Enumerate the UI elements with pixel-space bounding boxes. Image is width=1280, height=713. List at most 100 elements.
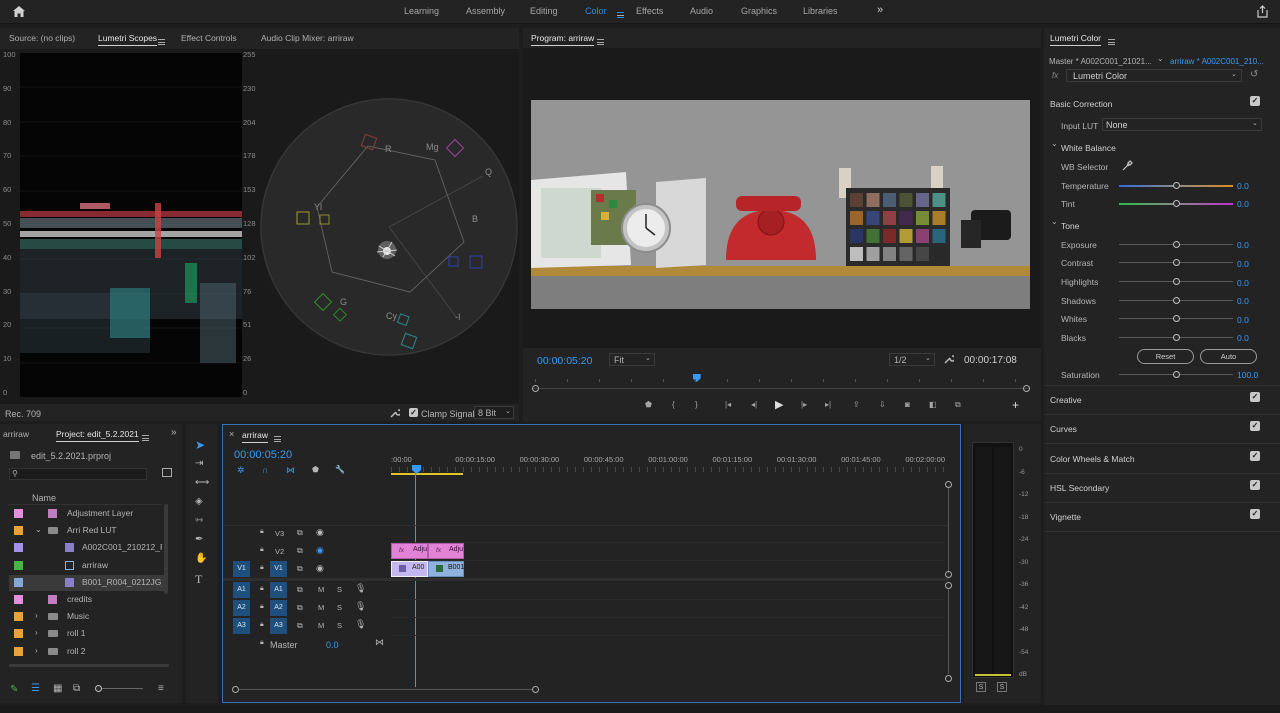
tab-lumetri-scopes[interactable]: Lumetri Scopes <box>98 33 158 46</box>
mute-button[interactable]: M <box>318 585 324 594</box>
master-clip-label[interactable]: Master * A002C001_21021... <box>1049 57 1152 66</box>
camera-icon[interactable]: ◙ <box>905 400 910 409</box>
chevron-right-icon[interactable]: › <box>35 628 38 637</box>
panel-menu-icon[interactable] <box>593 36 604 46</box>
track-target-a3[interactable]: A3 <box>270 618 287 634</box>
project-hscrollbar[interactable] <box>9 664 169 667</box>
panel-menu-icon[interactable] <box>270 433 281 443</box>
work-area-bar[interactable] <box>391 473 463 475</box>
video-clip[interactable]: B001 <box>428 561 464 577</box>
go-to-out-icon[interactable]: ▸| <box>825 400 831 409</box>
blacks-value[interactable]: 0.0 <box>1237 333 1249 343</box>
shadows-slider-handle[interactable] <box>1173 297 1180 304</box>
zoom-slider-handle[interactable] <box>95 685 102 692</box>
sort-icon[interactable]: ≡ <box>158 683 164 694</box>
workspace-learning[interactable]: Learning <box>404 6 439 16</box>
name-column-header[interactable]: Name <box>32 493 56 503</box>
project-item[interactable]: B001_R004_0212JG_0 <box>9 574 165 591</box>
ripple-edit-tool-icon[interactable]: ⟷ <box>195 477 209 488</box>
chevron-down-icon[interactable]: ⌄ <box>35 525 42 534</box>
reset-button[interactable]: Reset <box>1137 349 1194 364</box>
mute-button[interactable]: M <box>318 621 324 630</box>
temperature-value[interactable]: 0.0 <box>1237 181 1249 191</box>
hand-tool-icon[interactable]: ✋ <box>195 553 207 564</box>
expand-track-icon[interactable]: ⋈ <box>375 637 384 648</box>
clamp-signal-checkbox[interactable]: ✓ <box>409 408 418 417</box>
eye-icon[interactable]: ◉ <box>316 527 324 538</box>
section-curves[interactable]: Curves <box>1050 424 1077 434</box>
workspace-audio[interactable]: Audio <box>690 6 713 16</box>
lock-icon[interactable]: 🔒︎ <box>260 585 264 593</box>
tint-slider-handle[interactable] <box>1173 200 1180 207</box>
curves-checkbox[interactable]: ✓ <box>1250 421 1260 431</box>
chevron-right-icon[interactable]: › <box>35 646 38 655</box>
chevron-double-right-icon[interactable]: » <box>171 427 177 438</box>
track-target-a2[interactable]: A2 <box>270 600 287 616</box>
panel-menu-icon[interactable] <box>1104 36 1115 46</box>
blacks-slider-handle[interactable] <box>1173 334 1180 341</box>
solo-button[interactable]: S <box>337 603 342 612</box>
track-select-tool-icon[interactable]: ⇥ <box>195 458 203 469</box>
exposure-value[interactable]: 0.0 <box>1237 240 1249 250</box>
track-lane[interactable] <box>391 542 944 543</box>
source-patch-a1[interactable]: A1 <box>233 582 250 598</box>
project-search-input[interactable]: ⚲ <box>9 468 147 480</box>
section-color-wheels[interactable]: Color Wheels & Match <box>1050 454 1135 464</box>
tab-effect-controls[interactable]: Effect Controls <box>181 33 237 43</box>
scrubber-start-handle[interactable] <box>532 385 539 392</box>
label-color-swatch[interactable] <box>14 526 23 536</box>
mark-in-icon[interactable]: { <box>672 400 675 409</box>
track-target-v1[interactable]: V1 <box>270 561 287 577</box>
chevron-right-icon[interactable]: › <box>35 611 38 620</box>
solo-button[interactable]: S <box>337 621 342 630</box>
type-tool-icon[interactable]: T <box>195 572 202 587</box>
new-bin-icon[interactable] <box>162 468 172 477</box>
lock-icon[interactable]: 🔒︎ <box>260 603 264 611</box>
workspace-graphics[interactable]: Graphics <box>741 6 777 16</box>
tab-arriraw-bin[interactable]: arriraw <box>3 429 29 439</box>
eye-icon[interactable]: ◉ <box>316 545 324 556</box>
project-scrollbar[interactable] <box>164 504 168 594</box>
pencil-icon[interactable]: ✎ <box>10 684 18 695</box>
track-target-v3[interactable]: V3 <box>275 529 284 538</box>
lock-icon[interactable]: 🔒︎ <box>260 528 264 536</box>
source-patch-v1[interactable]: V1 <box>233 561 250 577</box>
project-item[interactable]: › roll 1 <box>9 626 165 642</box>
section-creative[interactable]: Creative <box>1050 395 1082 405</box>
fit-select[interactable]: Fit ⌄ <box>609 353 655 366</box>
tone-header[interactable]: Tone <box>1061 221 1079 231</box>
sync-lock-icon[interactable]: ⧉ <box>297 564 303 574</box>
exposure-slider-handle[interactable] <box>1173 241 1180 248</box>
label-color-swatch[interactable] <box>14 629 23 639</box>
lock-icon[interactable]: 🔒︎ <box>260 639 264 647</box>
close-icon[interactable]: × <box>229 429 234 439</box>
contrast-slider-handle[interactable] <box>1173 259 1180 266</box>
wrench-icon[interactable] <box>390 408 400 418</box>
effect-select[interactable]: Lumetri Color ⌄ <box>1066 69 1242 82</box>
workspace-libraries[interactable]: Libraries <box>803 6 838 16</box>
sync-lock-icon[interactable]: ⧉ <box>297 621 303 631</box>
vscroll-track[interactable] <box>948 589 949 674</box>
lock-icon[interactable]: 🔒︎ <box>260 546 264 554</box>
chevron-down-icon[interactable]: ⌄ <box>1051 139 1058 148</box>
chevron-down-icon[interactable]: ⌄ <box>1051 217 1058 226</box>
label-color-swatch[interactable] <box>14 543 23 553</box>
comparison-view-icon[interactable]: ◧ <box>929 400 937 409</box>
marker-icon[interactable]: ⬟ <box>645 400 652 409</box>
chevron-down-icon[interactable]: ⌄ <box>1157 54 1164 63</box>
track-target-v2[interactable]: V2 <box>275 547 284 556</box>
linked-selection-icon[interactable]: ⋈ <box>286 465 295 476</box>
source-patch-a3[interactable]: A3 <box>233 618 250 634</box>
scrubber-end-handle[interactable] <box>1023 385 1030 392</box>
sync-lock-icon[interactable]: ⧉ <box>297 546 303 556</box>
step-back-icon[interactable]: ◂| <box>751 400 757 409</box>
workspace-effects[interactable]: Effects <box>636 6 663 16</box>
label-color-swatch[interactable] <box>14 509 23 518</box>
track-lane[interactable] <box>391 617 944 618</box>
sync-lock-icon[interactable]: ⧉ <box>297 528 303 538</box>
hsl-secondary-checkbox[interactable]: ✓ <box>1250 480 1260 490</box>
panel-menu-icon[interactable] <box>154 36 165 46</box>
snap-icon[interactable]: ∩ <box>262 465 268 475</box>
playback-scrubber[interactable] <box>533 388 1029 389</box>
program-monitor-title[interactable]: Program: arriraw <box>531 33 595 46</box>
